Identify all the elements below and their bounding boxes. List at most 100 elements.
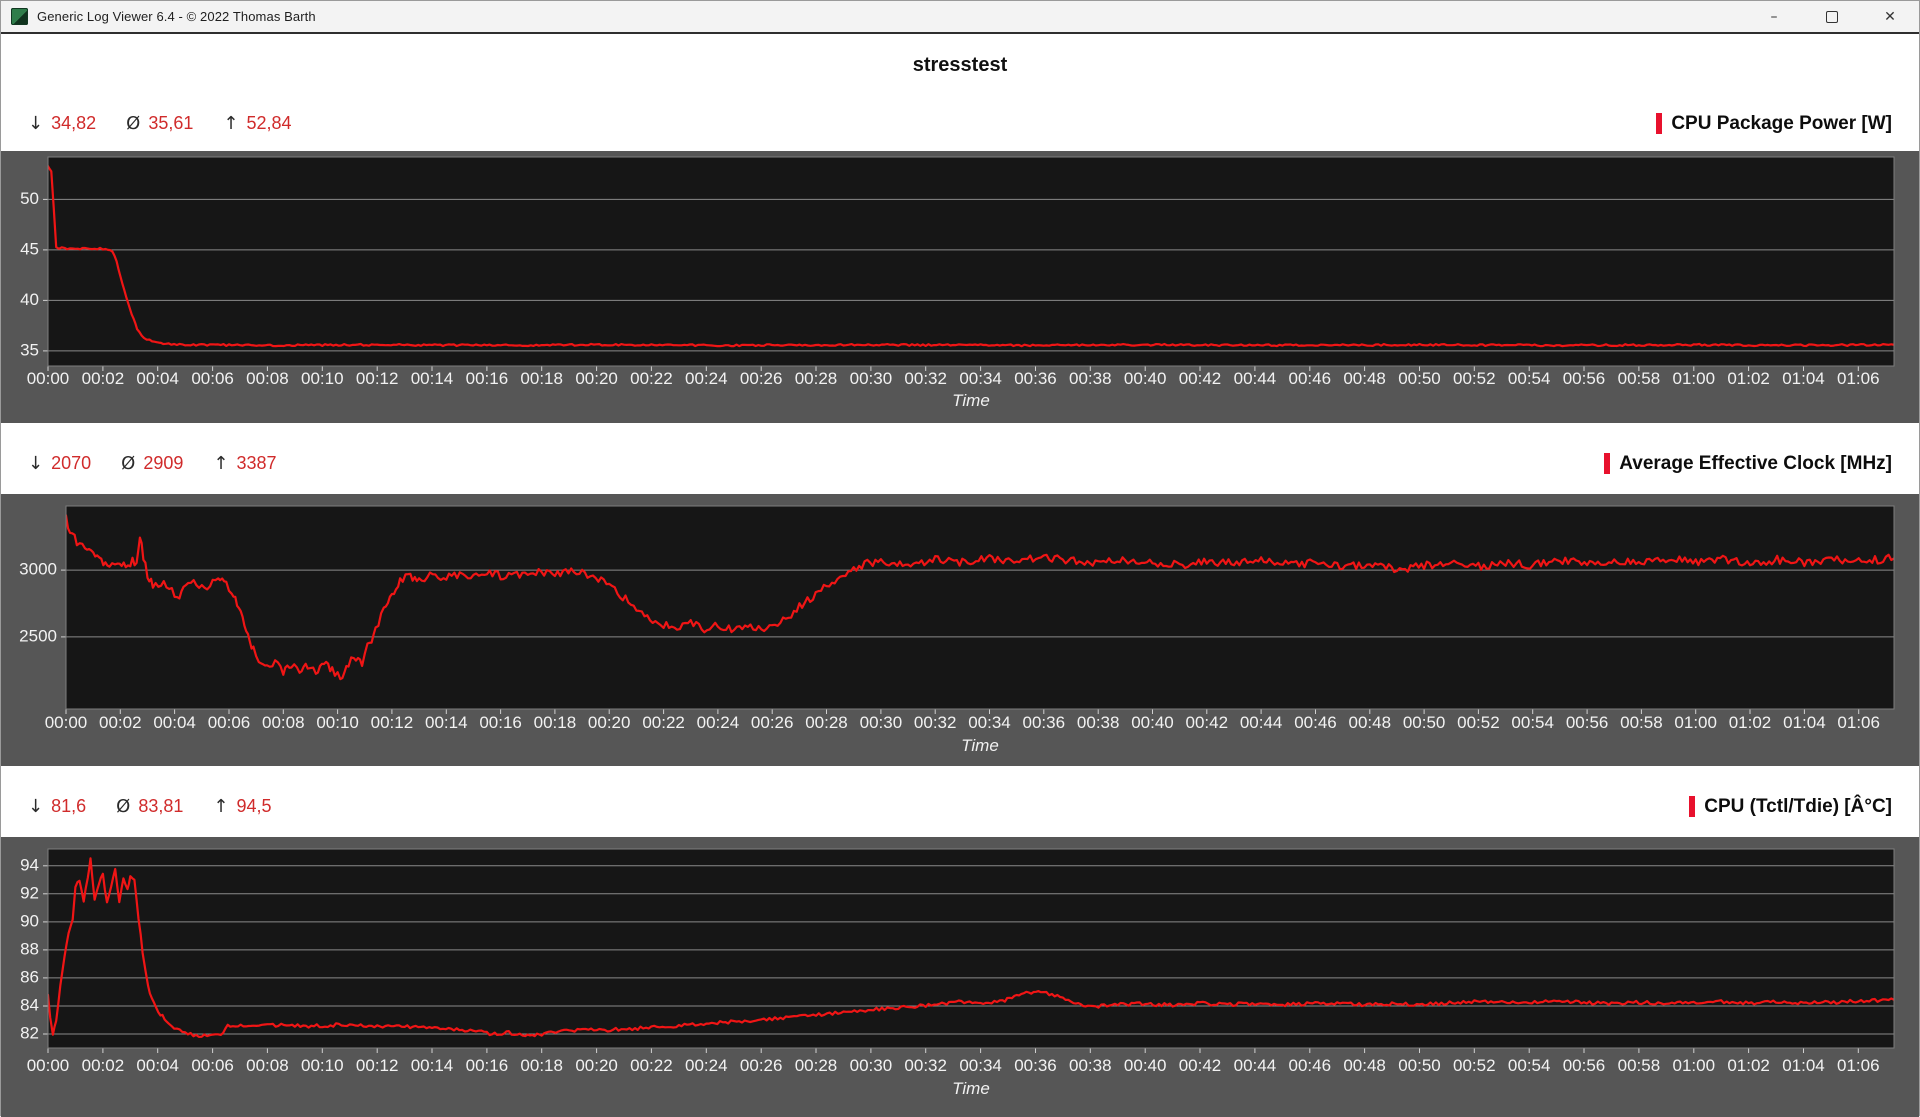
- legend-label: CPU (Tctl/Tdie) [Â°C]: [1704, 796, 1892, 818]
- svg-text:00:04: 00:04: [136, 369, 179, 388]
- svg-text:00:08: 00:08: [262, 713, 305, 732]
- stat-min-value: 34,82: [51, 113, 96, 134]
- svg-text:00:14: 00:14: [411, 1056, 454, 1075]
- svg-text:00:00: 00:00: [27, 369, 70, 388]
- app-icon: [11, 8, 28, 25]
- svg-text:00:08: 00:08: [246, 1056, 289, 1075]
- svg-text:00:20: 00:20: [588, 713, 631, 732]
- svg-text:00:44: 00:44: [1240, 713, 1283, 732]
- svg-text:00:26: 00:26: [740, 1056, 783, 1075]
- svg-text:00:54: 00:54: [1508, 369, 1551, 388]
- svg-text:00:14: 00:14: [425, 713, 468, 732]
- app-window: Generic Log Viewer 6.4 - © 2022 Thomas B…: [0, 0, 1920, 1116]
- stat-max: ↑3387: [213, 453, 276, 474]
- series-legend: Average Effective Clock [MHz]: [1604, 453, 1892, 475]
- svg-text:92: 92: [20, 883, 39, 902]
- min-arrow-icon: ↓: [28, 113, 43, 134]
- stats-row: ↓34,82 Ø35,61 ↑52,84 CPU Package Power […: [1, 96, 1919, 151]
- svg-text:00:46: 00:46: [1289, 1056, 1332, 1075]
- minimize-button[interactable]: –: [1745, 1, 1803, 32]
- svg-text:00:10: 00:10: [301, 1056, 344, 1075]
- stats-group: ↓2070 Ø2909 ↑3387: [28, 453, 277, 474]
- page-header: stresstest: [1, 34, 1919, 96]
- legend-label: Average Effective Clock [MHz]: [1619, 453, 1892, 475]
- svg-text:00:50: 00:50: [1398, 1056, 1441, 1075]
- svg-text:00:24: 00:24: [697, 713, 740, 732]
- svg-text:00:34: 00:34: [968, 713, 1011, 732]
- legend-label: CPU Package Power [W]: [1671, 113, 1892, 135]
- stat-avg-value: 35,61: [148, 113, 193, 134]
- svg-text:00:10: 00:10: [316, 713, 359, 732]
- svg-text:00:52: 00:52: [1453, 1056, 1496, 1075]
- svg-text:00:16: 00:16: [466, 1056, 509, 1075]
- svg-text:00:24: 00:24: [685, 369, 728, 388]
- svg-text:84: 84: [20, 995, 39, 1014]
- svg-text:01:04: 01:04: [1782, 1056, 1825, 1075]
- svg-text:00:06: 00:06: [191, 369, 234, 388]
- svg-text:00:08: 00:08: [246, 369, 289, 388]
- svg-text:00:30: 00:30: [850, 1056, 893, 1075]
- svg-text:00:56: 00:56: [1563, 1056, 1606, 1075]
- svg-text:00:06: 00:06: [208, 713, 251, 732]
- chart-cpu-package-power[interactable]: 5045403500:0000:0200:0400:0600:0800:1000…: [1, 151, 1920, 423]
- svg-text:01:04: 01:04: [1782, 369, 1825, 388]
- series-legend: CPU Package Power [W]: [1656, 113, 1892, 135]
- svg-text:00:00: 00:00: [45, 713, 88, 732]
- svg-text:00:38: 00:38: [1069, 1056, 1112, 1075]
- stat-min: ↓ 34,82: [28, 113, 96, 134]
- stats-row: ↓2070 Ø2909 ↑3387 Average Effective Cloc…: [1, 423, 1919, 494]
- close-button[interactable]: ✕: [1861, 1, 1919, 32]
- svg-text:00:38: 00:38: [1069, 369, 1112, 388]
- svg-text:01:06: 01:06: [1837, 1056, 1880, 1075]
- svg-text:00:28: 00:28: [795, 369, 838, 388]
- svg-text:35: 35: [20, 340, 39, 359]
- chart-panel-cpu-temperature: 9492908886848200:0000:0200:0400:0600:080…: [1, 837, 1919, 1117]
- svg-text:01:02: 01:02: [1727, 1056, 1770, 1075]
- svg-text:00:34: 00:34: [959, 369, 1002, 388]
- svg-text:00:14: 00:14: [411, 369, 454, 388]
- svg-text:00:20: 00:20: [575, 369, 618, 388]
- svg-text:00:44: 00:44: [1234, 369, 1277, 388]
- avg-icon: Ø: [126, 113, 140, 134]
- svg-text:00:12: 00:12: [356, 1056, 399, 1075]
- svg-text:00:48: 00:48: [1343, 1056, 1386, 1075]
- svg-text:00:16: 00:16: [479, 713, 522, 732]
- stat-avg: Ø 35,61: [126, 113, 193, 134]
- chart-cpu-temperature[interactable]: 9492908886848200:0000:0200:0400:0600:080…: [1, 837, 1920, 1117]
- svg-text:00:44: 00:44: [1234, 1056, 1277, 1075]
- svg-text:00:18: 00:18: [520, 1056, 563, 1075]
- svg-text:00:26: 00:26: [751, 713, 794, 732]
- minimize-icon: –: [1771, 10, 1778, 24]
- stat-avg-value: 83,81: [138, 796, 183, 817]
- chart-panel-cpu-package-power: 5045403500:0000:0200:0400:0600:0800:1000…: [1, 151, 1919, 423]
- svg-text:00:20: 00:20: [575, 1056, 618, 1075]
- chart-section-cpu-package-power: ↓34,82 Ø35,61 ↑52,84 CPU Package Power […: [1, 96, 1919, 423]
- svg-text:01:06: 01:06: [1837, 713, 1880, 732]
- svg-text:00:58: 00:58: [1618, 1056, 1661, 1075]
- svg-text:50: 50: [20, 189, 39, 208]
- svg-text:00:30: 00:30: [850, 369, 893, 388]
- svg-text:00:36: 00:36: [1014, 369, 1057, 388]
- svg-text:01:00: 01:00: [1673, 1056, 1716, 1075]
- avg-icon: Ø: [116, 796, 130, 817]
- svg-text:00:00: 00:00: [27, 1056, 70, 1075]
- svg-text:00:42: 00:42: [1186, 713, 1229, 732]
- svg-text:00:22: 00:22: [630, 1056, 673, 1075]
- svg-text:01:02: 01:02: [1729, 713, 1772, 732]
- chart-effective-clock[interactable]: 3000250000:0000:0200:0400:0600:0800:1000…: [1, 494, 1920, 766]
- svg-text:90: 90: [20, 911, 39, 930]
- svg-text:00:32: 00:32: [914, 713, 957, 732]
- stat-min: ↓2070: [28, 453, 91, 474]
- svg-text:00:40: 00:40: [1131, 713, 1174, 732]
- svg-text:01:00: 01:00: [1674, 713, 1717, 732]
- svg-text:00:04: 00:04: [153, 713, 196, 732]
- window-title: Generic Log Viewer 6.4 - © 2022 Thomas B…: [37, 9, 316, 24]
- chart-panel-effective-clock: 3000250000:0000:0200:0400:0600:0800:1000…: [1, 494, 1919, 766]
- svg-text:00:52: 00:52: [1457, 713, 1500, 732]
- svg-text:00:56: 00:56: [1566, 713, 1609, 732]
- min-arrow-icon: ↓: [28, 796, 43, 817]
- close-icon: ✕: [1884, 10, 1896, 24]
- svg-text:00:28: 00:28: [795, 1056, 838, 1075]
- maximize-button[interactable]: [1803, 1, 1861, 32]
- svg-text:00:36: 00:36: [1014, 1056, 1057, 1075]
